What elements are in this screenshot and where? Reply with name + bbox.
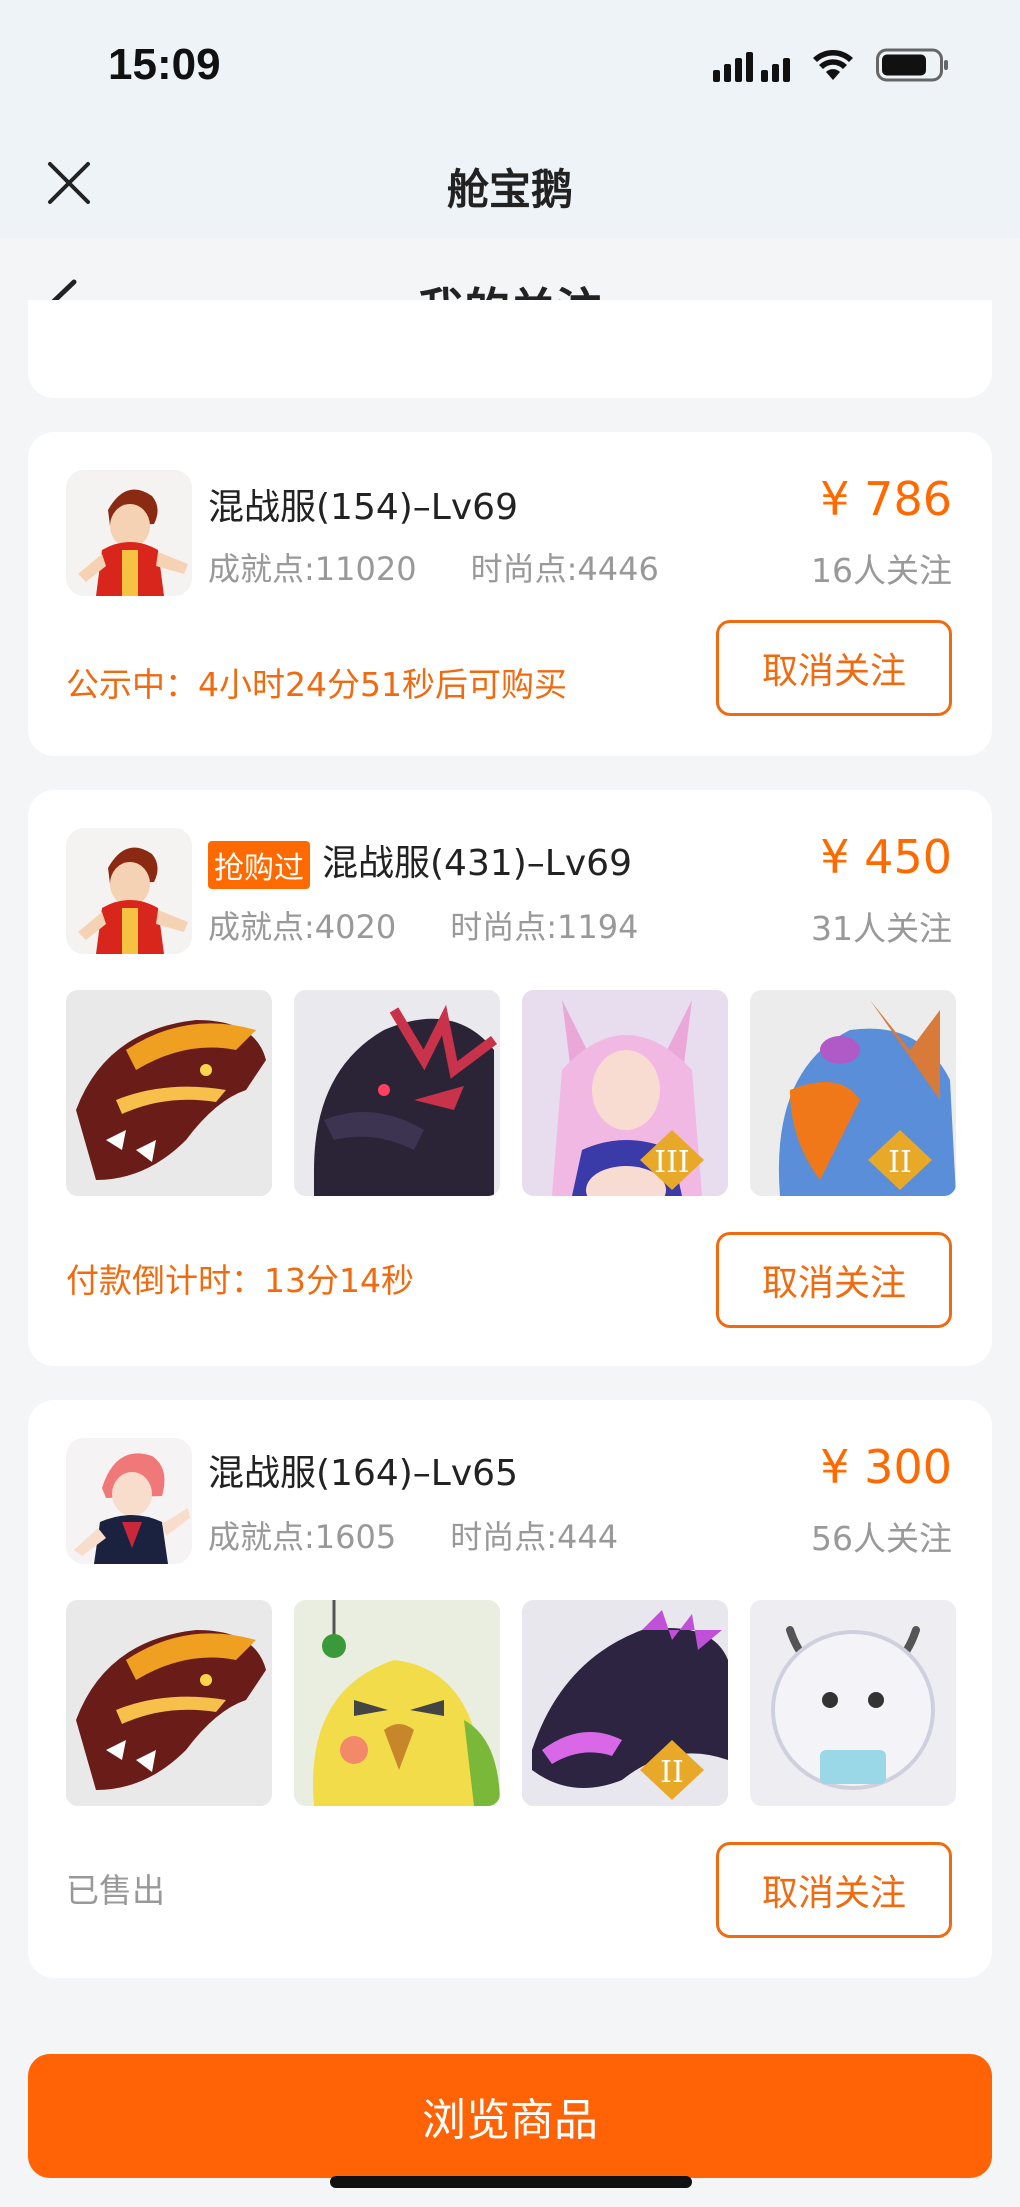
watch-card[interactable]: 抢购过 混战服(431)–Lv69 成就点:4020 时尚点:1194 ¥ 450 … [28, 790, 992, 1366]
status-text: 付款倒计时：13分14秒 [66, 1261, 414, 1300]
mount-thumb-eagle[interactable]: II [750, 990, 956, 1196]
item-meta: 成就点:4020 时尚点:1194 [208, 902, 638, 948]
achievement-points: 成就点:11020 [208, 550, 417, 588]
wifi-icon [812, 48, 854, 82]
status-text: 公示中：4小时24分51秒后可购买 [66, 665, 567, 704]
svg-text:II: II [888, 1145, 912, 1180]
status-time: 15:09 [108, 40, 221, 89]
item-price: ¥ 450 [820, 830, 952, 884]
purchased-tag: 抢购过 [208, 841, 310, 889]
mount-thumb-white-cow[interactable] [750, 1600, 956, 1806]
browse-products-button[interactable]: 浏览商品 [28, 2054, 992, 2178]
follow-count: 31人关注 [811, 909, 952, 948]
watch-card[interactable]: 混战服(164)–Lv65 成就点:1605 时尚点:444 ¥ 300 56人关… [28, 1400, 992, 1978]
app-header: 舱宝鹅 [0, 130, 1020, 238]
follow-count: 16人关注 [811, 551, 952, 590]
mount-thumb-fox-girl[interactable]: III [522, 990, 728, 1196]
achievement-points: 成就点:1605 [208, 1518, 397, 1556]
thumb-row: III II [66, 990, 956, 1196]
follow-count: 56人关注 [811, 1519, 952, 1558]
svg-text:II: II [660, 1755, 684, 1790]
unfollow-button[interactable]: 取消关注 [716, 1842, 952, 1938]
mount-thumb-dragon-black[interactable] [294, 990, 500, 1196]
item-title-text: 混战服(154)–Lv69 [208, 487, 518, 528]
character-avatar [66, 470, 192, 596]
status-icons [713, 48, 950, 82]
item-title: 混战服(154)–Lv69 [208, 478, 518, 530]
item-title-text: 混战服(431)–Lv69 [322, 843, 632, 884]
unfollow-button[interactable]: 取消关注 [716, 1232, 952, 1328]
card-partial [28, 300, 992, 398]
mount-thumb-yellow-bird[interactable] [294, 1600, 500, 1806]
fashion-points: 时尚点:4446 [470, 550, 659, 588]
mount-thumb-purple-beast[interactable]: II [522, 1600, 728, 1806]
fashion-points: 时尚点:444 [450, 1518, 619, 1556]
item-title-text: 混战服(164)–Lv65 [208, 1453, 518, 1494]
mount-thumb-dragon-orange[interactable] [66, 1600, 272, 1806]
item-title: 抢购过 混战服(431)–Lv69 [208, 834, 632, 889]
home-indicator [330, 2176, 692, 2188]
thumb-row: II [66, 1600, 956, 1806]
status-text: 已售出 [66, 1871, 165, 1910]
battery-icon [876, 48, 950, 82]
item-meta: 成就点:1605 时尚点:444 [208, 1512, 618, 1558]
achievement-points: 成就点:4020 [208, 908, 397, 946]
fashion-points: 时尚点:1194 [450, 908, 639, 946]
svg-text:III: III [654, 1145, 690, 1180]
item-price: ¥ 300 [820, 1440, 952, 1494]
watch-card[interactable]: 混战服(154)–Lv69 成就点:11020 时尚点:4446 ¥ 786 16… [28, 432, 992, 756]
item-price: ¥ 786 [820, 472, 952, 526]
item-meta: 成就点:11020 时尚点:4446 [208, 544, 659, 590]
mount-thumb-dragon-orange[interactable] [66, 990, 272, 1196]
character-avatar [66, 1438, 192, 1564]
status-bar: 15:09 [0, 0, 1020, 130]
unfollow-button[interactable]: 取消关注 [716, 620, 952, 716]
app-title: 舱宝鹅 [446, 165, 573, 214]
signal-icon [713, 48, 790, 82]
character-avatar [66, 828, 192, 954]
item-title: 混战服(164)–Lv65 [208, 1444, 518, 1496]
